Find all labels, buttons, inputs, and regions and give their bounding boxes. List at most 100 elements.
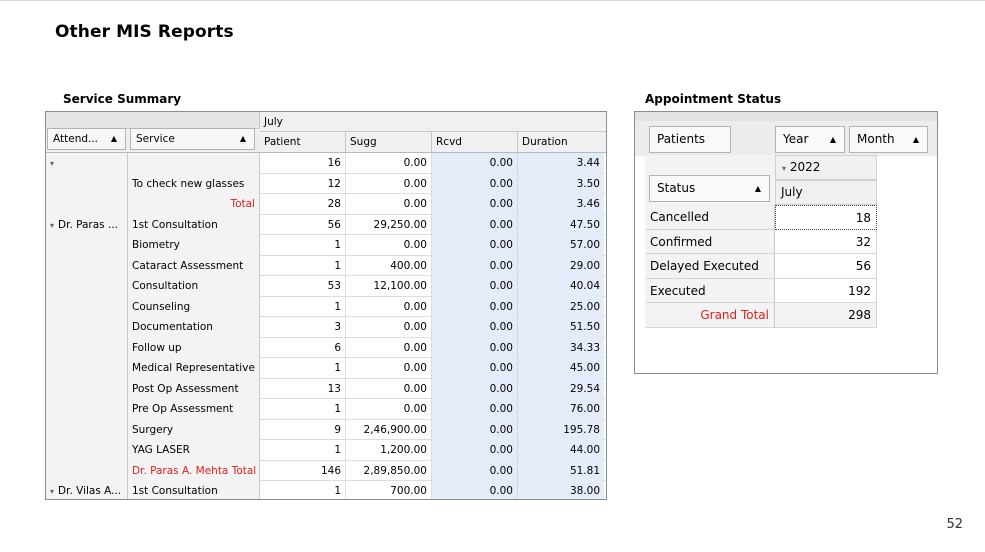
- sugg-cell[interactable]: 0.00: [346, 173, 432, 194]
- patient-cell[interactable]: 1: [260, 481, 346, 499]
- rcvd-cell[interactable]: 0.00: [432, 255, 518, 276]
- rcvd-cell[interactable]: 0.00: [432, 399, 518, 420]
- patient-cell[interactable]: 1: [260, 399, 346, 420]
- duration-cell[interactable]: 51.50: [518, 317, 604, 338]
- patient-cell[interactable]: 1: [260, 255, 346, 276]
- rcvd-cell[interactable]: 0.00: [432, 296, 518, 317]
- rcvd-cell[interactable]: 0.00: [432, 194, 518, 215]
- patients-field-button[interactable]: Patients: [649, 126, 731, 153]
- rcvd-cell[interactable]: 0.00: [432, 440, 518, 461]
- service-field-button[interactable]: Service ▲: [130, 128, 255, 150]
- duration-cell[interactable]: 76.00: [518, 399, 604, 420]
- patient-cell[interactable]: 6: [260, 337, 346, 358]
- sugg-cell[interactable]: 400.00: [346, 255, 432, 276]
- month-field-button[interactable]: Month ▲: [849, 126, 928, 153]
- collapse-icon: ▾: [782, 164, 787, 173]
- duration-cell[interactable]: 51.81: [518, 460, 604, 481]
- collapse-icon[interactable]: ▾: [50, 221, 54, 230]
- collapse-icon[interactable]: ▾: [50, 487, 54, 496]
- patient-cell[interactable]: 9: [260, 419, 346, 440]
- rcvd-cell[interactable]: 0.00: [432, 481, 518, 499]
- year-header[interactable]: ▾ 2022: [775, 155, 877, 180]
- duration-cell[interactable]: 57.00: [518, 235, 604, 256]
- duration-cell[interactable]: 45.00: [518, 358, 604, 379]
- rcvd-cell[interactable]: 0.00: [432, 358, 518, 379]
- patient-cell[interactable]: 1: [260, 235, 346, 256]
- sugg-cell[interactable]: 700.00: [346, 481, 432, 499]
- rcvd-cell[interactable]: 0.00: [432, 378, 518, 399]
- status-field-button[interactable]: Status ▲: [649, 175, 770, 202]
- column-header-duration[interactable]: Duration: [518, 132, 606, 153]
- attending-field-button[interactable]: Attend... ▲: [47, 128, 126, 150]
- duration-cell[interactable]: 195.78: [518, 419, 604, 440]
- attending-cell[interactable]: ▾ Dr. Vilas A...: [46, 481, 128, 499]
- rcvd-cell[interactable]: 0.00: [432, 460, 518, 481]
- rcvd-cell[interactable]: 0.00: [432, 235, 518, 256]
- sugg-cell[interactable]: 0.00: [346, 296, 432, 317]
- page-number: 52: [946, 517, 963, 532]
- duration-cell[interactable]: 29.00: [518, 255, 604, 276]
- rcvd-cell[interactable]: 0.00: [432, 214, 518, 235]
- rcvd-cell[interactable]: 0.00: [432, 317, 518, 338]
- service-cell: Dr. Paras A. Mehta Total: [128, 460, 260, 481]
- patient-cell[interactable]: 146: [260, 460, 346, 481]
- grid-corner: [46, 112, 260, 129]
- attending-cell: [46, 358, 128, 379]
- year-field-button[interactable]: Year ▲: [775, 126, 845, 153]
- duration-cell[interactable]: 34.33: [518, 337, 604, 358]
- duration-cell[interactable]: 3.50: [518, 173, 604, 194]
- patient-cell[interactable]: 1: [260, 440, 346, 461]
- rcvd-cell[interactable]: 0.00: [432, 276, 518, 297]
- sugg-cell[interactable]: 2,46,900.00: [346, 419, 432, 440]
- column-header-sugg[interactable]: Sugg: [346, 132, 432, 153]
- header-band: [635, 112, 937, 121]
- patient-cell[interactable]: 16: [260, 153, 346, 174]
- appointment-status-title: Appointment Status: [645, 92, 782, 106]
- patient-cell[interactable]: 56: [260, 214, 346, 235]
- grand-total-value[interactable]: 298: [775, 303, 877, 328]
- appointment-status-grid: Patients Year ▲ Month ▲ ▾ 2022 July Stat…: [634, 111, 938, 374]
- sugg-cell[interactable]: 0.00: [346, 194, 432, 215]
- patient-cell[interactable]: 53: [260, 276, 346, 297]
- sugg-cell[interactable]: 2,89,850.00: [346, 460, 432, 481]
- status-count-cell[interactable]: 18: [775, 205, 877, 230]
- status-count-cell[interactable]: 32: [775, 229, 877, 255]
- grand-total-label: Grand Total: [645, 303, 775, 328]
- rcvd-cell[interactable]: 0.00: [432, 153, 518, 174]
- patient-cell[interactable]: 28: [260, 194, 346, 215]
- duration-cell[interactable]: 44.00: [518, 440, 604, 461]
- sugg-cell[interactable]: 1,200.00: [346, 440, 432, 461]
- attending-cell[interactable]: ▾: [46, 153, 128, 174]
- duration-cell[interactable]: 3.46: [518, 194, 604, 215]
- patient-cell[interactable]: 3: [260, 317, 346, 338]
- sugg-cell[interactable]: 0.00: [346, 337, 432, 358]
- sugg-cell[interactable]: 0.00: [346, 378, 432, 399]
- rcvd-cell[interactable]: 0.00: [432, 337, 518, 358]
- attending-cell[interactable]: ▾ Dr. Paras ...: [46, 214, 128, 235]
- sugg-cell[interactable]: 0.00: [346, 399, 432, 420]
- duration-cell[interactable]: 25.00: [518, 296, 604, 317]
- duration-cell[interactable]: 3.44: [518, 153, 604, 174]
- column-header-patient[interactable]: Patient: [260, 132, 346, 153]
- sugg-cell[interactable]: 0.00: [346, 358, 432, 379]
- sugg-cell[interactable]: 12,100.00: [346, 276, 432, 297]
- sugg-cell[interactable]: 29,250.00: [346, 214, 432, 235]
- sugg-cell[interactable]: 0.00: [346, 235, 432, 256]
- status-count-cell[interactable]: 56: [775, 254, 877, 279]
- patient-cell[interactable]: 12: [260, 173, 346, 194]
- patient-cell[interactable]: 1: [260, 296, 346, 317]
- duration-cell[interactable]: 38.00: [518, 481, 604, 499]
- column-header-rcvd[interactable]: Rcvd: [432, 132, 518, 153]
- collapse-icon[interactable]: ▾: [50, 159, 54, 168]
- rcvd-cell[interactable]: 0.00: [432, 419, 518, 440]
- duration-cell[interactable]: 47.50: [518, 214, 604, 235]
- duration-cell[interactable]: 29.54: [518, 378, 604, 399]
- attending-cell: [46, 317, 128, 338]
- sugg-cell[interactable]: 0.00: [346, 153, 432, 174]
- patient-cell[interactable]: 13: [260, 378, 346, 399]
- status-count-cell[interactable]: 192: [775, 278, 877, 304]
- sugg-cell[interactable]: 0.00: [346, 317, 432, 338]
- rcvd-cell[interactable]: 0.00: [432, 173, 518, 194]
- patient-cell[interactable]: 1: [260, 358, 346, 379]
- duration-cell[interactable]: 40.04: [518, 276, 604, 297]
